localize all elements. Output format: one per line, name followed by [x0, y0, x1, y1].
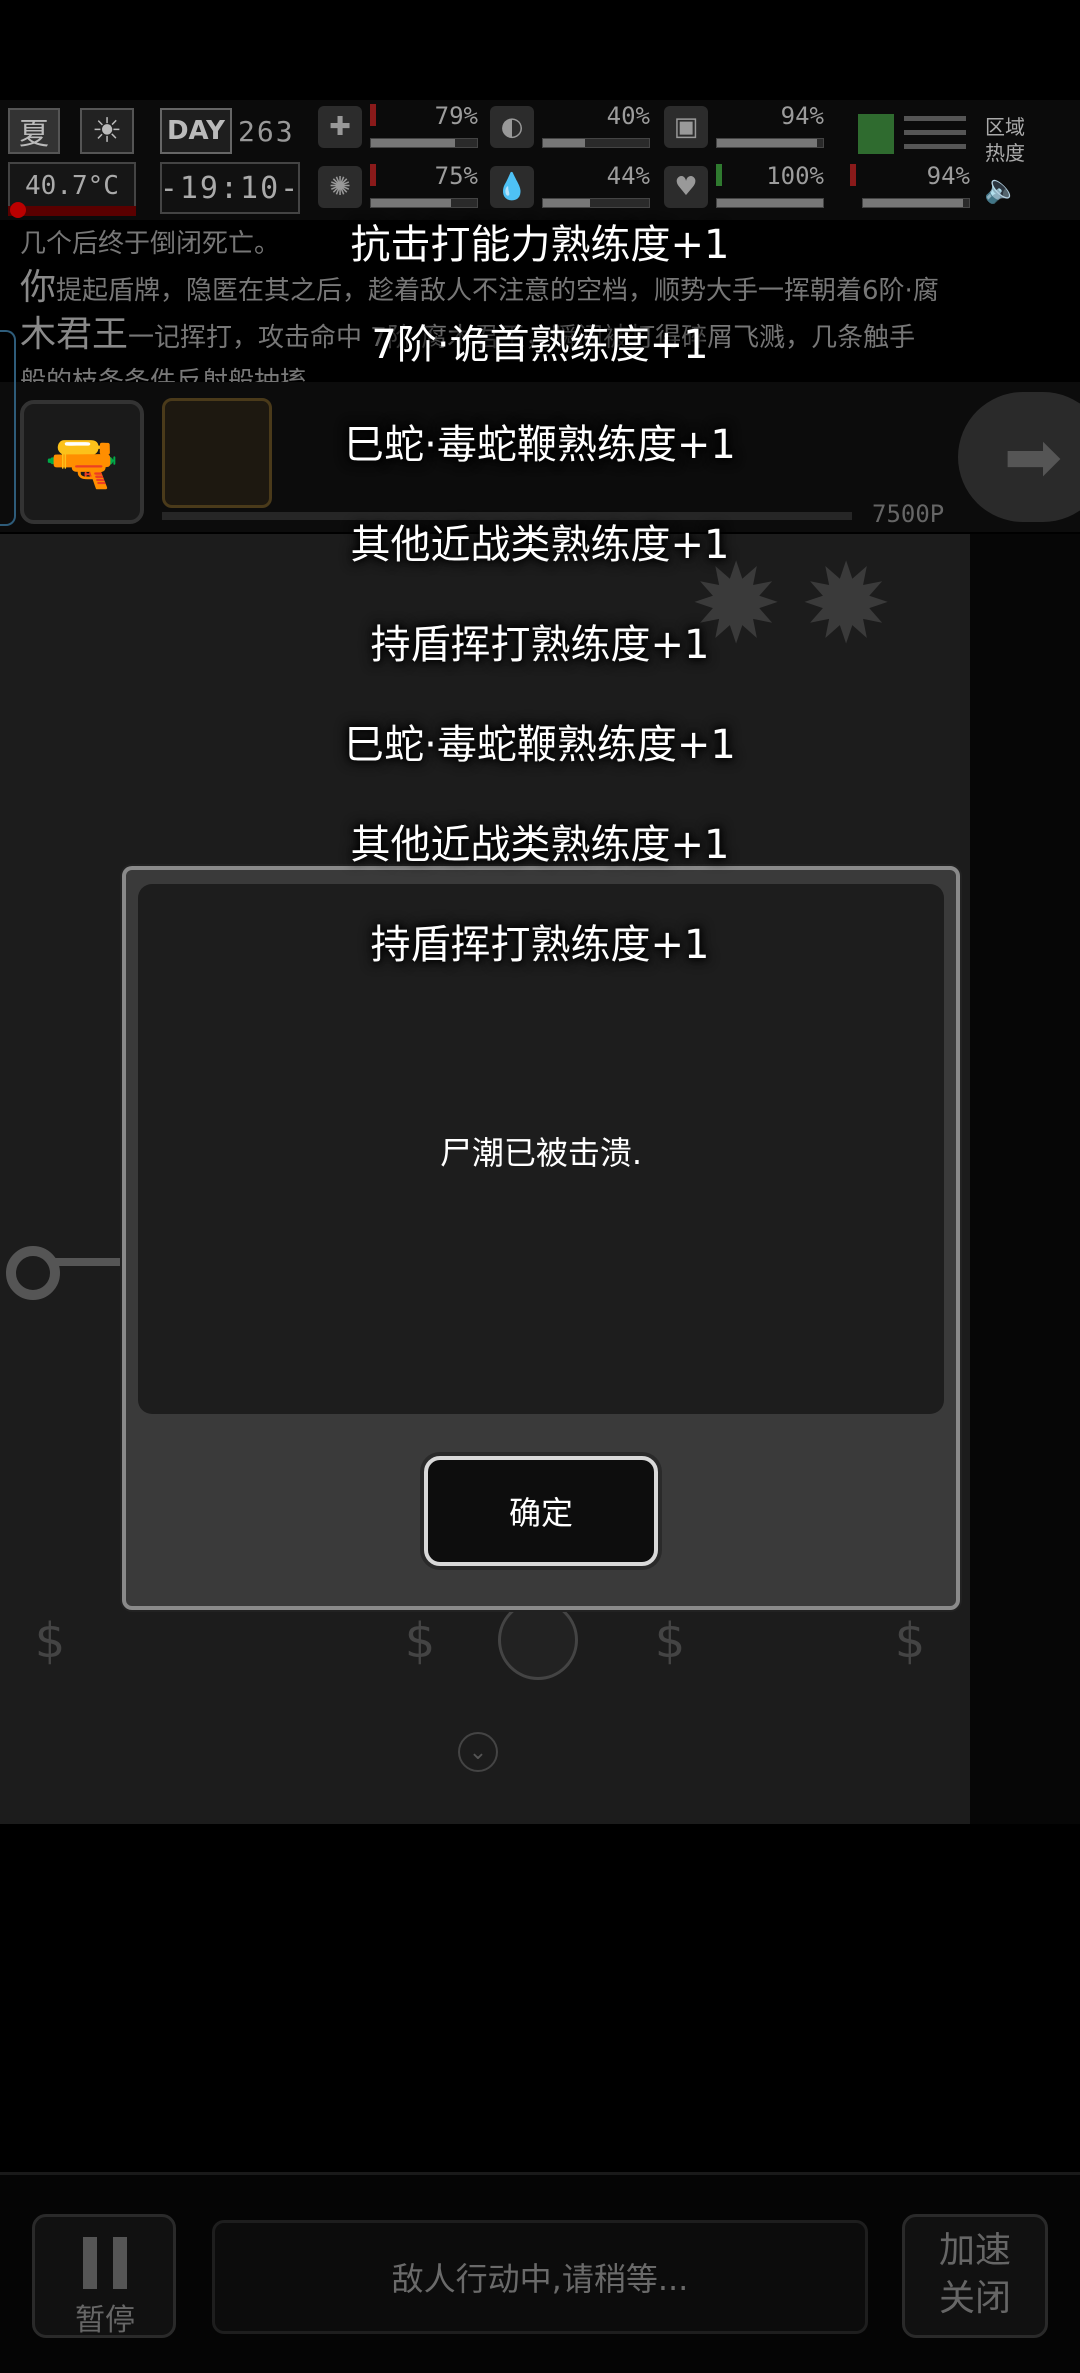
game-screen: 夏 ☀ 40.7°C DAY 263 -19:10- ✚ 79% ◐ 40% ▣… [0, 0, 1080, 2373]
mood-bar [716, 198, 824, 208]
temperature-readout: 40.7°C [8, 162, 136, 210]
sun-icon: ☀ [80, 108, 134, 154]
health-bar [370, 138, 478, 148]
proficiency-gain-text: 其他近战类熟练度+1 [350, 522, 730, 568]
mood-value: 100% [766, 162, 824, 190]
pause-label: 暂停 [75, 2303, 135, 2338]
result-dialog: 尸潮已被击溃. 确定 [122, 866, 960, 1610]
boot-icon [858, 114, 894, 154]
speed-state: 关闭 [938, 2278, 1011, 2319]
backpack-icon: ▣ [664, 106, 708, 148]
stamina-value: 94% [926, 162, 970, 190]
game-clock: -19:10- [160, 162, 300, 214]
pause-icon [83, 2237, 129, 2289]
stat-marker [716, 164, 722, 186]
stamina-stat[interactable]: 94% [850, 162, 970, 212]
stat-marker [850, 164, 856, 186]
stat-marker [370, 164, 376, 186]
brain-icon: ✺ [318, 166, 362, 208]
log-line: 你提起盾牌，隐匿在其之后，趁着敌人不注意的空档，顺势大手一挥朝着6阶·腐 [20, 267, 939, 308]
boot-status [858, 112, 968, 156]
day-label: DAY [160, 108, 232, 154]
speaker-icon[interactable]: 🔈 [984, 172, 1019, 205]
proficiency-gain-text: 抗击打能力熟练度+1 [350, 222, 730, 268]
stamina-bar [862, 198, 970, 208]
status-hud: 夏 ☀ 40.7°C DAY 263 -19:10- ✚ 79% ◐ 40% ▣… [0, 100, 1080, 220]
day-counter: 263 [238, 114, 295, 148]
region-heat-label[interactable]: 区域热度 [980, 114, 1030, 166]
carry-value: 94% [780, 102, 824, 130]
health-value: 79% [434, 102, 478, 130]
enemy-unit[interactable]: $ [0, 1596, 100, 1686]
target-icon[interactable] [6, 1246, 60, 1300]
heart-icon: ♥ [664, 166, 708, 208]
mood-stat[interactable]: ♥ 100% [664, 162, 824, 212]
carry-bar [716, 138, 824, 148]
water-drop-icon: 💧 [490, 166, 534, 208]
proficiency-gain-text: 巳蛇·毒蛇鞭熟练度+1 [344, 422, 736, 468]
chevron-down-icon[interactable]: ⌄ [458, 1732, 498, 1772]
proficiency-gain-text: 持盾挥打熟练度+1 [370, 922, 710, 968]
pause-button[interactable]: 暂停 [32, 2214, 176, 2338]
hunger-bar [542, 138, 650, 148]
proficiency-gain-text: 7阶·诡首熟练度+1 [371, 322, 709, 368]
arrow-icon [54, 1258, 124, 1266]
health-stat[interactable]: ✚ 79% [318, 102, 478, 152]
thirst-bar [542, 198, 650, 208]
thirst-value: 44% [606, 162, 650, 190]
hunger-stat[interactable]: ◐ 40% [490, 102, 650, 152]
player-avatar[interactable] [498, 1600, 578, 1680]
speed-toggle-button[interactable]: 加速 关闭 [902, 2214, 1048, 2338]
stomach-icon: ◐ [490, 106, 534, 148]
season-indicator: 夏 [8, 108, 60, 154]
medkit-icon: ✚ [318, 106, 362, 148]
carry-stat[interactable]: ▣ 94% [664, 102, 824, 152]
proficiency-gain-text: 巳蛇·毒蛇鞭熟练度+1 [344, 722, 736, 768]
proficiency-gain-text: 其他近战类熟练度+1 [350, 822, 730, 868]
hunger-value: 40% [606, 102, 650, 130]
turn-status: 敌人行动中,请稍等... [212, 2220, 868, 2334]
thirst-stat[interactable]: 💧 44% [490, 162, 650, 212]
stat-marker [370, 104, 376, 126]
mental-value: 75% [434, 162, 478, 190]
mental-stat[interactable]: ✺ 75% [318, 162, 478, 212]
mental-bar [370, 198, 478, 208]
proficiency-gain-text: 持盾挥打熟练度+1 [370, 622, 710, 668]
confirm-button[interactable]: 确定 [424, 1456, 658, 1566]
speed-label: 加速 [938, 2230, 1011, 2271]
dialog-message: 尸潮已被击溃. [439, 1134, 643, 1172]
